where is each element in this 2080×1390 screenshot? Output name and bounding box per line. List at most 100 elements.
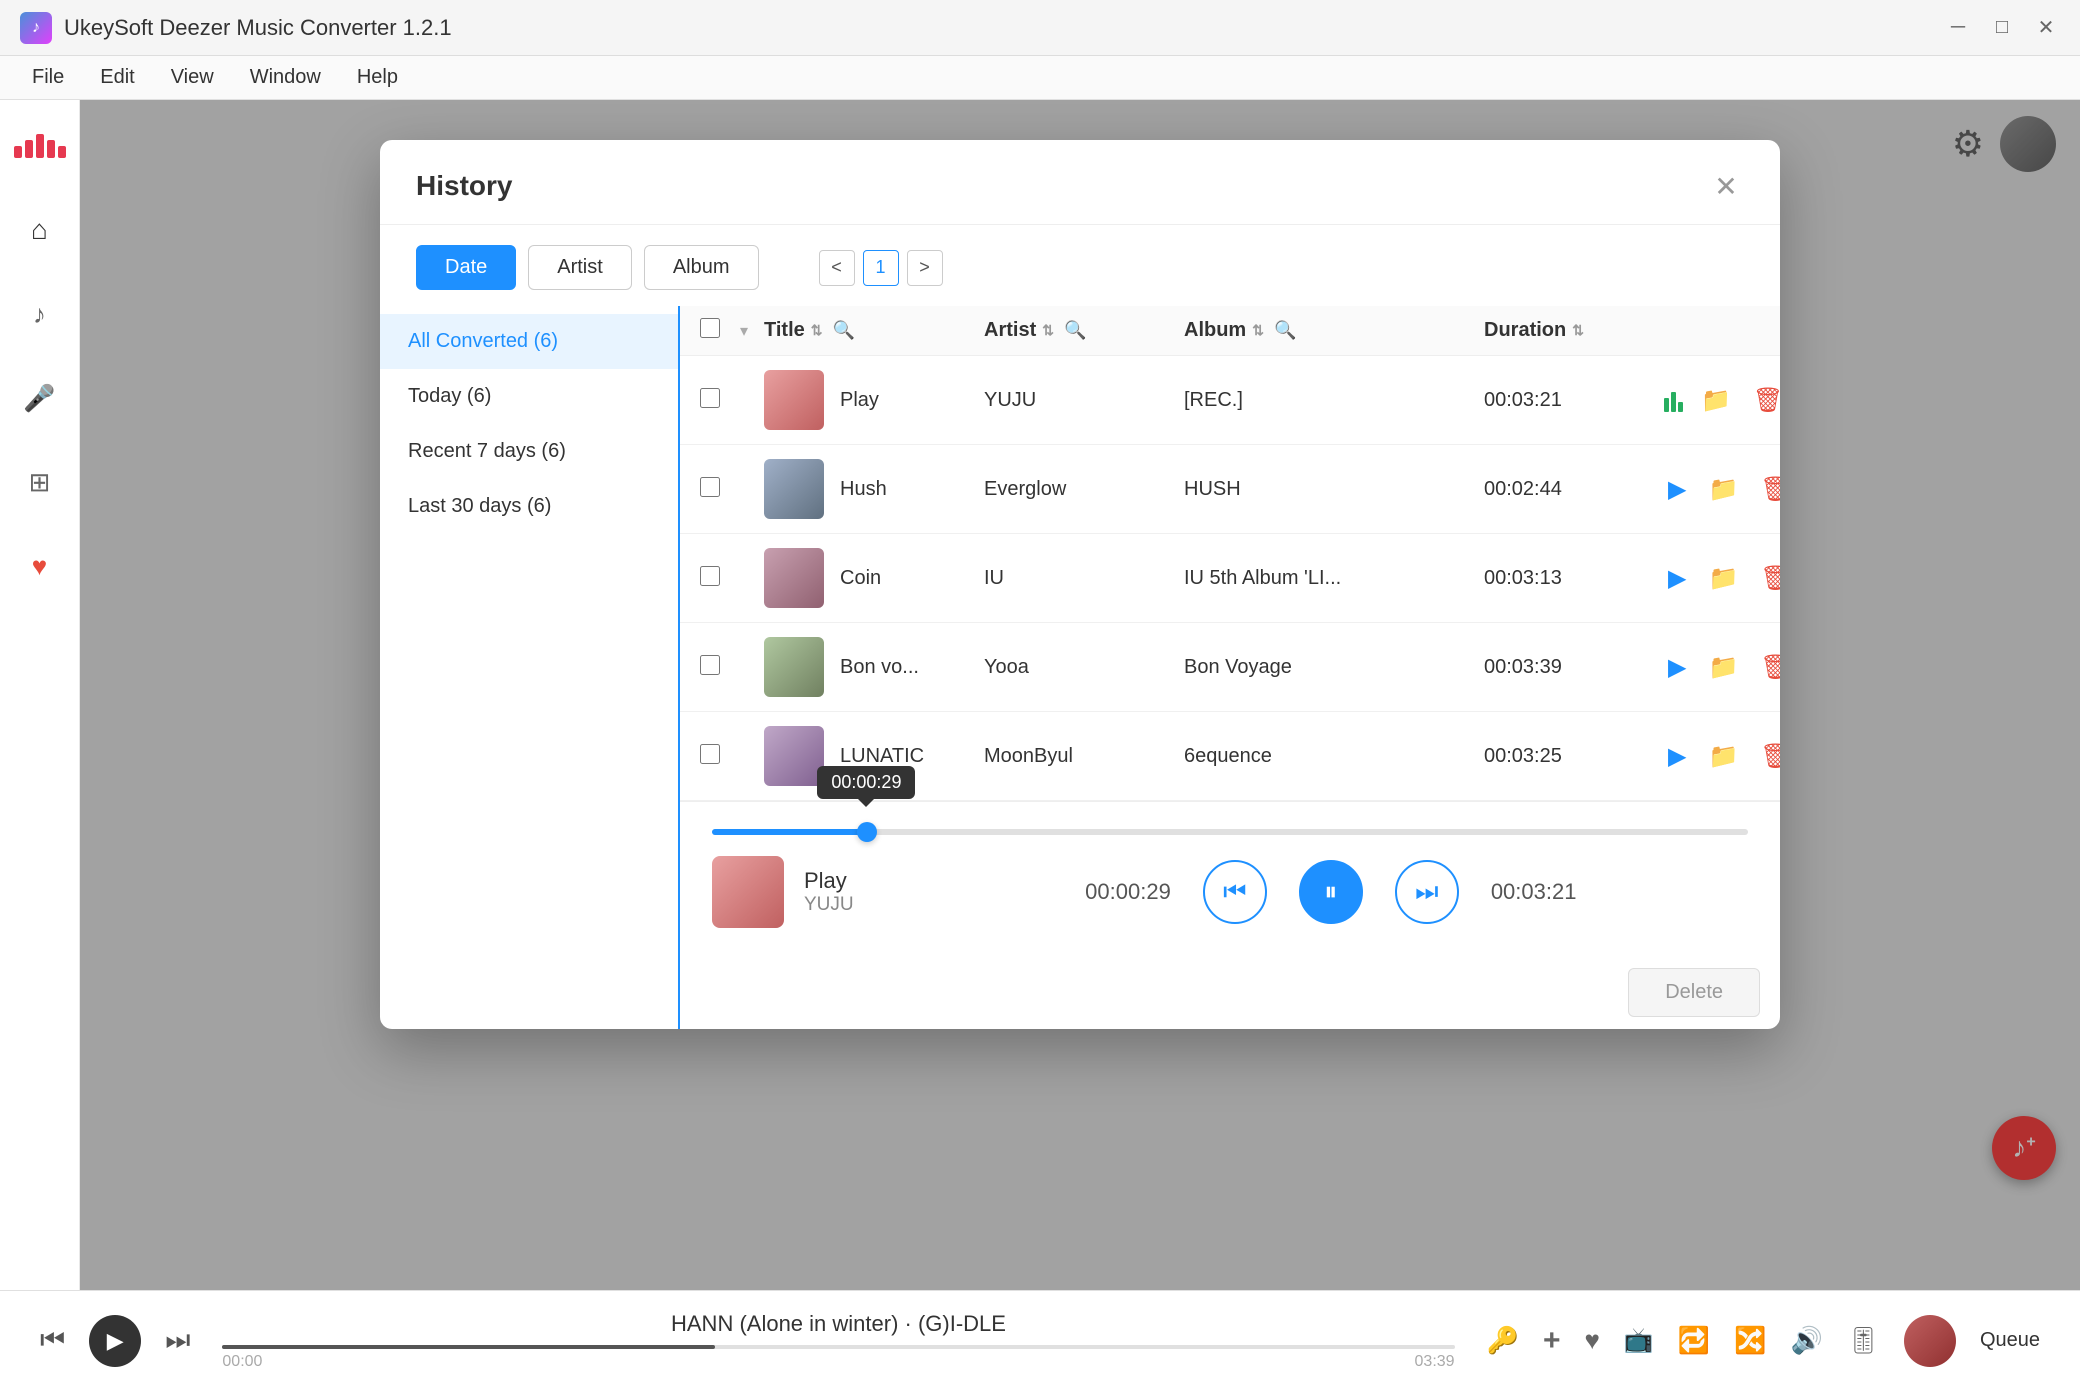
- tab-album[interactable]: Album: [644, 245, 759, 290]
- global-track-info: HANN (Alone in winter) · (G)I-DLE 00:00 …: [222, 1311, 1454, 1371]
- global-avatar[interactable]: [1904, 1315, 1956, 1367]
- player-controls: 00:00:29 ⏮ ⏸ ⏭ 00:03:21: [914, 860, 1748, 924]
- row-5-play-button[interactable]: ▶: [1664, 738, 1690, 775]
- maximize-button[interactable]: □: [1988, 14, 2016, 42]
- repeat-icon[interactable]: 🔁: [1678, 1325, 1710, 1356]
- sidebar-item-mic[interactable]: 🎤: [14, 372, 66, 424]
- row-2-actions: ▶ 📁 🗑: [1664, 471, 1780, 508]
- app-title: UkeySoft Deezer Music Converter 1.2.1: [64, 15, 1944, 41]
- global-play-button[interactable]: ▶: [89, 1315, 141, 1367]
- table-header: ▾ Title ⇅ 🔍 Artist ⇅ 🔍: [680, 306, 1780, 356]
- player-track-info: Play YUJU: [804, 868, 854, 916]
- row-5-checkbox[interactable]: [700, 744, 740, 769]
- duration-sort-icon[interactable]: ⇅: [1572, 322, 1584, 339]
- artist-search-icon[interactable]: 🔍: [1064, 320, 1086, 341]
- global-time-end: 03:39: [1415, 1353, 1455, 1371]
- minimize-button[interactable]: ─: [1944, 14, 1972, 42]
- row-4-play-button[interactable]: ▶: [1664, 649, 1690, 686]
- tab-date[interactable]: Date: [416, 245, 516, 290]
- title-sort-icon[interactable]: ⇅: [811, 322, 823, 339]
- cast-icon[interactable]: 📺: [1624, 1326, 1654, 1355]
- menu-help[interactable]: Help: [341, 60, 414, 95]
- row-4-folder-button[interactable]: 📁: [1704, 649, 1742, 686]
- row-2-delete-button[interactable]: 🗑: [1756, 471, 1780, 508]
- menu-window[interactable]: Window: [234, 60, 337, 95]
- row-4-delete-button[interactable]: 🗑: [1756, 649, 1780, 686]
- left-panel-recent-7[interactable]: Recent 7 days (6): [380, 424, 678, 479]
- row-3-checkbox[interactable]: [700, 566, 740, 591]
- modal-player-area: 00:00:29: [680, 801, 1780, 956]
- app-icon: ♪: [20, 12, 52, 44]
- music-icon: ♪: [33, 299, 46, 330]
- row-3-duration: 00:03:13: [1484, 567, 1664, 590]
- sidebar-item-music[interactable]: ♪: [14, 288, 66, 340]
- global-add-button[interactable]: +: [1543, 1324, 1561, 1358]
- progress-track[interactable]: [712, 829, 1748, 835]
- row-1-folder-button[interactable]: 📁: [1697, 382, 1735, 419]
- row-3-delete-button[interactable]: 🗑: [1756, 560, 1780, 597]
- history-modal: History ✕ Date Artist Album < 1 >: [380, 140, 1780, 1029]
- row-4-duration: 00:03:39: [1484, 656, 1664, 679]
- album-sort-icon[interactable]: ⇅: [1252, 322, 1264, 339]
- pagination-next[interactable]: >: [907, 250, 943, 286]
- menu-file[interactable]: File: [16, 60, 80, 95]
- select-all-checkbox[interactable]: [700, 318, 720, 338]
- row-2-duration: 00:02:44: [1484, 478, 1664, 501]
- player-next-button[interactable]: ⏭: [1395, 860, 1459, 924]
- deezer-logo[interactable]: [14, 120, 66, 172]
- row-3-folder-button[interactable]: 📁: [1704, 560, 1742, 597]
- table-row: Hush Everglow HUSH 00:02:44 ▶ 📁 🗑: [680, 445, 1780, 534]
- left-panel-all-converted[interactable]: All Converted (6): [380, 314, 678, 369]
- player-prev-button[interactable]: ⏮: [1203, 860, 1267, 924]
- modal-tabs-row: Date Artist Album < 1 >: [380, 225, 1780, 306]
- menu-edit[interactable]: Edit: [84, 60, 150, 95]
- left-panel: All Converted (6) Today (6) Recent 7 day…: [380, 306, 680, 1029]
- row-1-delete-button[interactable]: 🗑: [1749, 382, 1780, 419]
- left-panel-last-30[interactable]: Last 30 days (6): [380, 479, 678, 534]
- sidebar-item-favorites[interactable]: ♥: [14, 540, 66, 592]
- volume-icon[interactable]: 🔊: [1791, 1325, 1823, 1356]
- row-1-checkbox[interactable]: [700, 388, 740, 413]
- th-expand: ▾: [740, 321, 764, 341]
- window-controls: ─ □ ✕: [1944, 14, 2060, 42]
- pagination-prev[interactable]: <: [819, 250, 855, 286]
- title-search-icon[interactable]: 🔍: [833, 320, 855, 341]
- row-4-checkbox[interactable]: [700, 655, 740, 680]
- progress-fill: [712, 829, 867, 835]
- pagination-page-1[interactable]: 1: [863, 250, 899, 286]
- global-key-button[interactable]: 🔑: [1487, 1325, 1519, 1356]
- shuffle-icon[interactable]: 🔀: [1734, 1325, 1766, 1356]
- global-next-button[interactable]: ⏭: [165, 1324, 190, 1357]
- th-title: Title ⇅ 🔍: [764, 319, 984, 342]
- row-2-folder-button[interactable]: 📁: [1704, 471, 1742, 508]
- left-panel-today[interactable]: Today (6): [380, 369, 678, 424]
- equalizer-icon[interactable]: 🎚: [1847, 1325, 1880, 1356]
- album-search-icon[interactable]: 🔍: [1274, 320, 1296, 341]
- player-pause-button[interactable]: ⏸: [1299, 860, 1363, 924]
- row-2-play-button[interactable]: ▶: [1664, 471, 1690, 508]
- row-2-checkbox[interactable]: [700, 477, 740, 502]
- menu-view[interactable]: View: [155, 60, 230, 95]
- th-duration: Duration ⇅: [1484, 319, 1664, 342]
- global-heart-button[interactable]: ♥: [1584, 1325, 1599, 1356]
- close-app-button[interactable]: ✕: [2032, 14, 2060, 42]
- row-2-album: HUSH: [1184, 478, 1484, 501]
- row-3-play-button[interactable]: ▶: [1664, 560, 1690, 597]
- global-prev-button[interactable]: ⏮: [40, 1324, 65, 1357]
- th-checkbox: [700, 318, 740, 343]
- sidebar-item-home[interactable]: ⌂: [14, 204, 66, 256]
- row-3-artist: IU: [984, 567, 1184, 590]
- progress-thumb[interactable]: [857, 822, 877, 842]
- right-panel: ▾ Title ⇅ 🔍 Artist ⇅ 🔍: [680, 306, 1780, 1029]
- row-2-artist: Everglow: [984, 478, 1184, 501]
- row-5-delete-button[interactable]: 🗑: [1756, 738, 1780, 775]
- global-progress-bar[interactable]: [222, 1345, 1454, 1349]
- table-row: Bon vo... Yooa Bon Voyage 00:03:39 ▶ 📁 🗑: [680, 623, 1780, 712]
- tab-artist[interactable]: Artist: [528, 245, 632, 290]
- expand-icon: ▾: [740, 323, 748, 340]
- artist-sort-icon[interactable]: ⇅: [1042, 322, 1054, 339]
- delete-button[interactable]: Delete: [1628, 968, 1760, 1017]
- sidebar-item-grid[interactable]: ⊞: [14, 456, 66, 508]
- modal-close-button[interactable]: ✕: [1708, 168, 1744, 204]
- row-5-folder-button[interactable]: 📁: [1704, 738, 1742, 775]
